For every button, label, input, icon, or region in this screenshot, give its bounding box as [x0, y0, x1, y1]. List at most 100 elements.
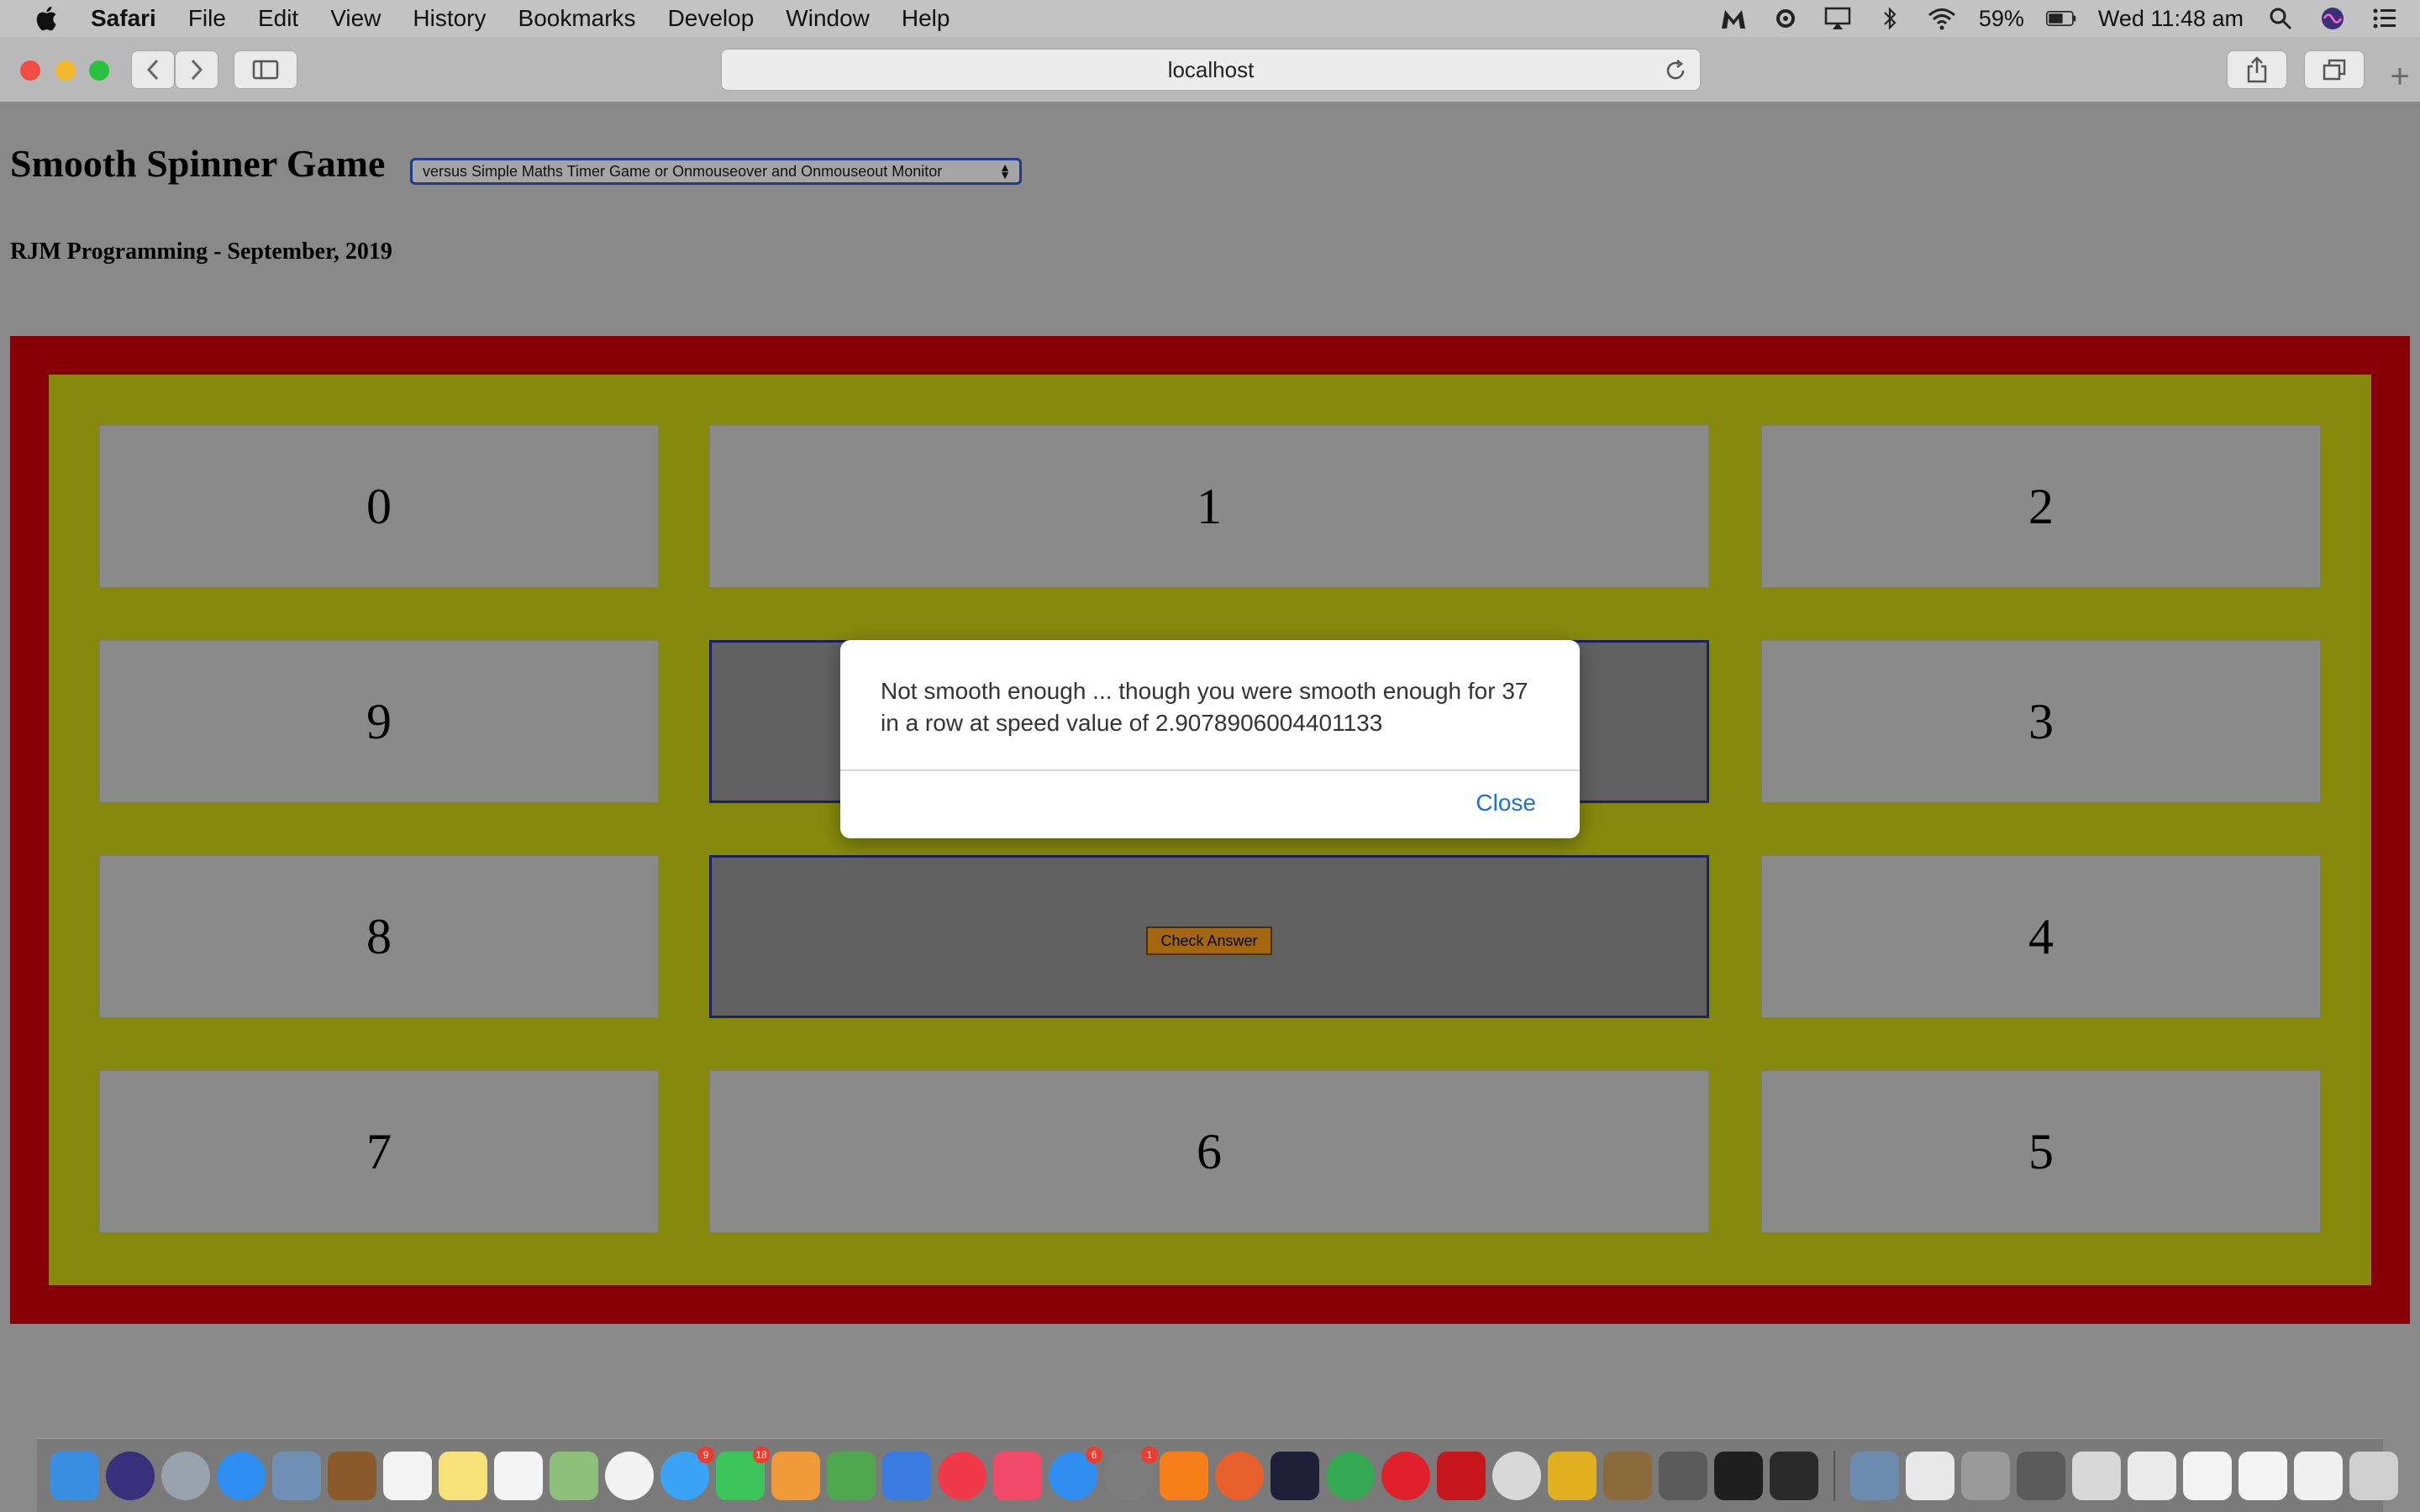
paintbrush-icon[interactable]	[1603, 1451, 1652, 1500]
alert-divider	[840, 769, 1580, 771]
maps-icon[interactable]	[550, 1451, 598, 1500]
cell-number: 6	[1197, 1123, 1222, 1179]
apple-icon[interactable]	[34, 4, 62, 33]
reload-icon[interactable]	[1663, 58, 1688, 83]
opera-icon[interactable]	[1381, 1451, 1430, 1500]
firefox-icon[interactable]	[1215, 1451, 1264, 1500]
window-thumbnail-icon[interactable]	[2128, 1451, 2176, 1500]
gear-puzzle-icon[interactable]	[1770, 6, 1801, 31]
finder-icon[interactable]	[50, 1451, 99, 1500]
notification-center-icon[interactable]	[2370, 6, 2400, 31]
new-tab-button[interactable]: +	[2380, 50, 2420, 102]
music-icon[interactable]	[993, 1451, 1042, 1500]
menu-bookmarks[interactable]: Bookmarks	[518, 5, 636, 32]
document-thumbnail-icon[interactable]	[2072, 1451, 2121, 1500]
contacts-icon[interactable]	[328, 1451, 376, 1500]
menu-file[interactable]: File	[188, 5, 226, 32]
spinner-cell-9[interactable]: 9	[99, 640, 659, 803]
menu-history[interactable]: History	[413, 5, 486, 32]
inkscape-icon[interactable]	[1770, 1451, 1818, 1500]
malwarebytes-icon[interactable]	[1718, 6, 1749, 31]
app-store-icon[interactable]: 6	[1049, 1446, 1102, 1500]
siri-dock-icon[interactable]	[106, 1451, 155, 1500]
siri-icon[interactable]	[2317, 6, 2348, 31]
game-select[interactable]: versus Simple Maths Timer Game or Onmous…	[410, 158, 1022, 185]
cell-number: 5	[2028, 1123, 2054, 1179]
launchpad-icon[interactable]	[161, 1451, 210, 1500]
textedit-icon[interactable]	[1906, 1451, 1954, 1500]
forward-button[interactable]	[175, 50, 218, 89]
phpstorm-icon[interactable]	[1270, 1451, 1319, 1500]
facetime-icon[interactable]: 18	[716, 1446, 770, 1500]
window-thumbnail-icon[interactable]	[2183, 1451, 2232, 1500]
spinner-cell-6[interactable]: 6	[709, 1070, 1709, 1233]
chrome-icon[interactable]	[1326, 1451, 1375, 1500]
share-button[interactable]	[2227, 50, 2287, 89]
chevron-left-icon	[146, 59, 159, 81]
terminal-icon[interactable]	[1714, 1451, 1763, 1500]
spinner-cell-1[interactable]: 1	[709, 425, 1709, 588]
address-text: localhost	[1167, 56, 1255, 82]
mastodon-icon[interactable]	[1492, 1451, 1541, 1500]
reminders-icon[interactable]	[494, 1451, 543, 1500]
minimize-window-button[interactable]	[55, 60, 76, 81]
menu-help[interactable]: Help	[902, 5, 950, 32]
notes-icon[interactable]	[439, 1451, 487, 1500]
check-answer-button[interactable]: Check Answer	[1146, 927, 1272, 955]
cell-number: 1	[1197, 478, 1222, 534]
wifi-icon[interactable]	[1927, 6, 1957, 31]
game-select-value: versus Simple Maths Timer Game or Onmous…	[423, 162, 943, 180]
safari-icon[interactable]	[217, 1451, 266, 1500]
center-answer-cell: Check Answer	[709, 855, 1709, 1018]
menu-safari[interactable]: Safari	[91, 5, 156, 32]
spinner-cell-7[interactable]: 7	[99, 1070, 659, 1233]
mail-stamp-icon[interactable]	[272, 1451, 321, 1500]
sidebar-toggle-button[interactable]	[234, 50, 297, 89]
dock: 9 18 6 1	[37, 1438, 2398, 1512]
window-thumbnail-icon[interactable]	[2294, 1451, 2343, 1500]
filezilla-icon[interactable]	[1437, 1451, 1486, 1500]
alert-close-button[interactable]: Close	[1476, 790, 1536, 816]
cyberduck-icon[interactable]	[1548, 1451, 1597, 1500]
keynote-icon[interactable]	[882, 1451, 931, 1500]
spinner-cell-0[interactable]: 0	[99, 425, 659, 588]
close-window-button[interactable]	[20, 60, 40, 81]
back-button[interactable]	[131, 50, 175, 89]
news-icon[interactable]	[938, 1451, 986, 1500]
clock[interactable]: Wed 11:48 am	[2098, 6, 2244, 32]
preview-icon[interactable]	[1850, 1451, 1899, 1500]
calendar-icon[interactable]	[383, 1451, 432, 1500]
menu-window[interactable]: Window	[786, 5, 870, 32]
spinner-cell-5[interactable]: 5	[1761, 1070, 2321, 1233]
system-preferences-icon[interactable]: 1	[1104, 1446, 1158, 1500]
battery-icon[interactable]	[2045, 6, 2076, 31]
pages-icon[interactable]	[771, 1451, 820, 1500]
alert-dialog: Not smooth enough ... though you were sm…	[840, 640, 1580, 838]
avast-icon[interactable]	[1160, 1451, 1208, 1500]
bluetooth-icon[interactable]	[1875, 6, 1905, 31]
numbers-icon[interactable]	[827, 1451, 876, 1500]
fullscreen-window-button[interactable]	[89, 60, 109, 81]
address-bar[interactable]: localhost	[721, 49, 1701, 91]
spinner-cell-4[interactable]: 4	[1761, 855, 2321, 1018]
cell-number: 9	[366, 693, 392, 749]
menu-view[interactable]: View	[330, 5, 381, 32]
window-thumbnail-icon[interactable]	[2238, 1451, 2287, 1500]
menu-develop[interactable]: Develop	[668, 5, 755, 32]
cell-number: 2	[2028, 478, 2054, 534]
photos-icon[interactable]	[605, 1451, 654, 1500]
tab-overview-button[interactable]	[2304, 50, 2365, 89]
spinner-cell-3[interactable]: 3	[1761, 640, 2321, 803]
messages-icon[interactable]: 9	[660, 1446, 714, 1500]
trash-icon[interactable]	[2349, 1451, 2398, 1500]
spotlight-search-icon[interactable]	[2265, 6, 2296, 31]
downloads-stack-icon[interactable]	[2017, 1451, 2065, 1500]
airplay-icon[interactable]	[1823, 6, 1853, 31]
alert-message: Not smooth enough ... though you were sm…	[881, 678, 1528, 736]
spinner-cell-8[interactable]: 8	[99, 855, 659, 1018]
utility-icon[interactable]	[1961, 1451, 2010, 1500]
menu-edit[interactable]: Edit	[258, 5, 298, 32]
gimp-icon[interactable]	[1659, 1451, 1707, 1500]
facetime-badge: 18	[753, 1446, 770, 1463]
spinner-cell-2[interactable]: 2	[1761, 425, 2321, 588]
